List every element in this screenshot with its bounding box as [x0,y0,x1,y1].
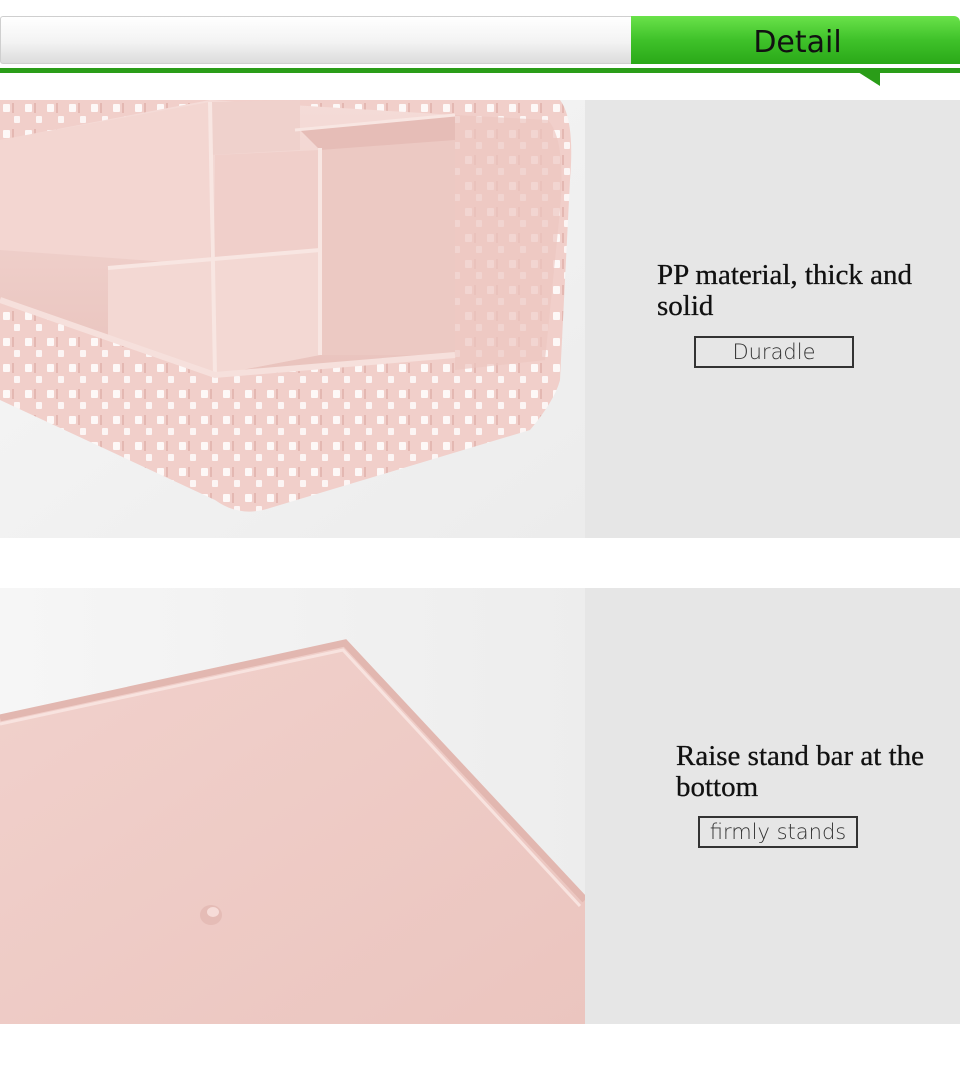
detail-tab-label: Detail [753,24,842,60]
feature-badge: firmly stands [698,816,858,848]
feature-title: PP material, thick and solid [657,259,913,322]
section-header: Detail [0,0,960,90]
pink-organizer-top-image [0,100,585,538]
feature-row-stand-bar: Raise stand bar at the bottom firmly sta… [0,588,960,1024]
pink-organizer-bottom-image [0,588,585,1024]
feature-panel-material: PP material, thick and solid Duradle [585,100,960,538]
header-pointer-arrow [858,72,880,86]
header-bar [0,16,632,64]
feature-panel-stand-bar: Raise stand bar at the bottom firmly sta… [585,588,960,1024]
feature-badge: Duradle [694,336,854,368]
product-photo-bottom [0,588,585,1024]
product-photo-compartments [0,100,585,538]
header-underline [0,68,960,73]
detail-tab: Detail [631,16,960,64]
feature-title: Raise stand bar at the bottom [676,740,925,803]
feature-row-material: PP material, thick and solid Duradle [0,100,960,538]
